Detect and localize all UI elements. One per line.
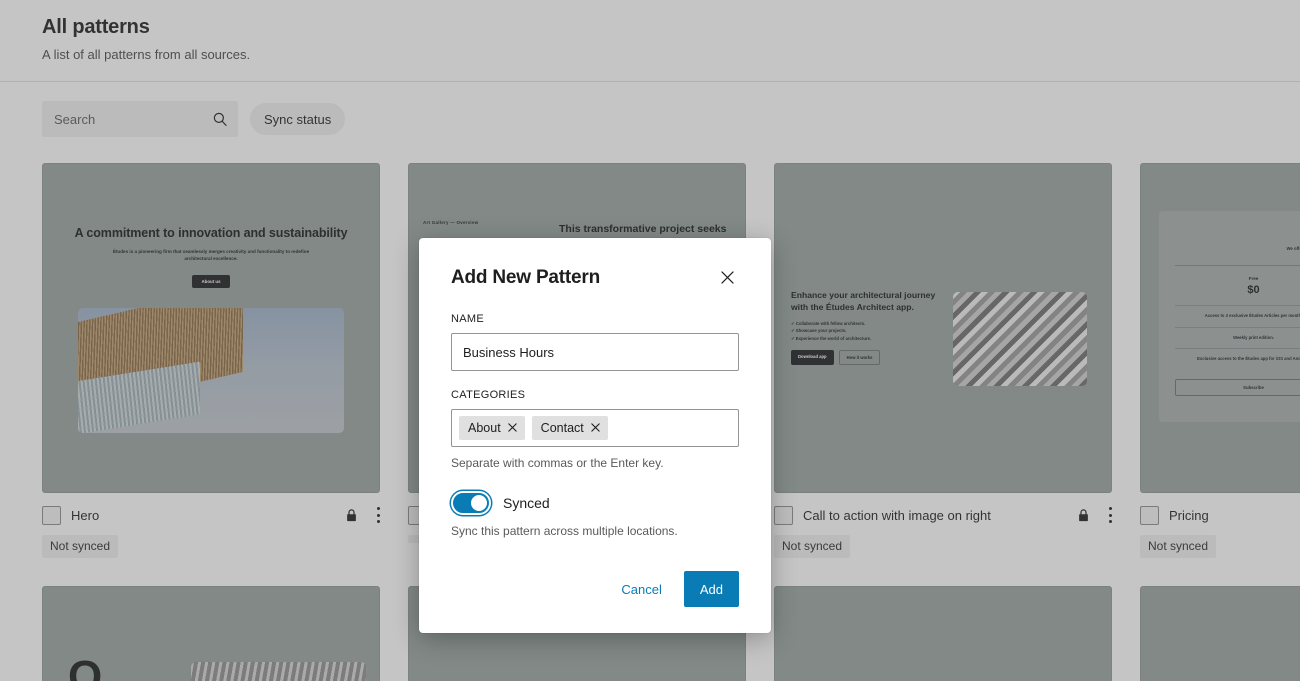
add-new-pattern-dialog: Add New Pattern NAME CATEGORIES About xyxy=(419,238,771,633)
remove-category-button[interactable] xyxy=(590,423,601,434)
categories-token-input[interactable]: About Contact xyxy=(451,409,739,447)
pattern-name-input[interactable] xyxy=(451,333,739,371)
category-token: Contact xyxy=(532,416,608,440)
category-token-label: Contact xyxy=(541,420,584,436)
remove-category-button[interactable] xyxy=(507,423,518,434)
close-icon xyxy=(718,268,737,290)
sync-toggle-row: Synced xyxy=(451,491,739,515)
name-field-group: NAME xyxy=(451,313,739,371)
dialog-actions: Cancel Add xyxy=(451,571,739,607)
cancel-button[interactable]: Cancel xyxy=(611,576,671,603)
categories-field-group: CATEGORIES About Contact xyxy=(451,389,739,471)
sync-toggle-label: Synced xyxy=(503,495,550,511)
category-token-label: About xyxy=(468,420,501,436)
close-button[interactable] xyxy=(715,267,739,291)
close-icon xyxy=(590,421,601,436)
sync-help-text: Sync this pattern across multiple locati… xyxy=(451,523,739,539)
categories-label: CATEGORIES xyxy=(451,389,739,401)
sync-toggle[interactable] xyxy=(451,491,491,515)
close-icon xyxy=(507,421,518,436)
add-button[interactable]: Add xyxy=(684,571,739,607)
dialog-title: Add New Pattern xyxy=(451,266,600,290)
category-token: About xyxy=(459,416,525,440)
name-label: NAME xyxy=(451,313,739,325)
dialog-header: Add New Pattern xyxy=(451,266,739,291)
categories-help-text: Separate with commas or the Enter key. xyxy=(451,455,739,471)
toggle-knob xyxy=(471,495,487,511)
